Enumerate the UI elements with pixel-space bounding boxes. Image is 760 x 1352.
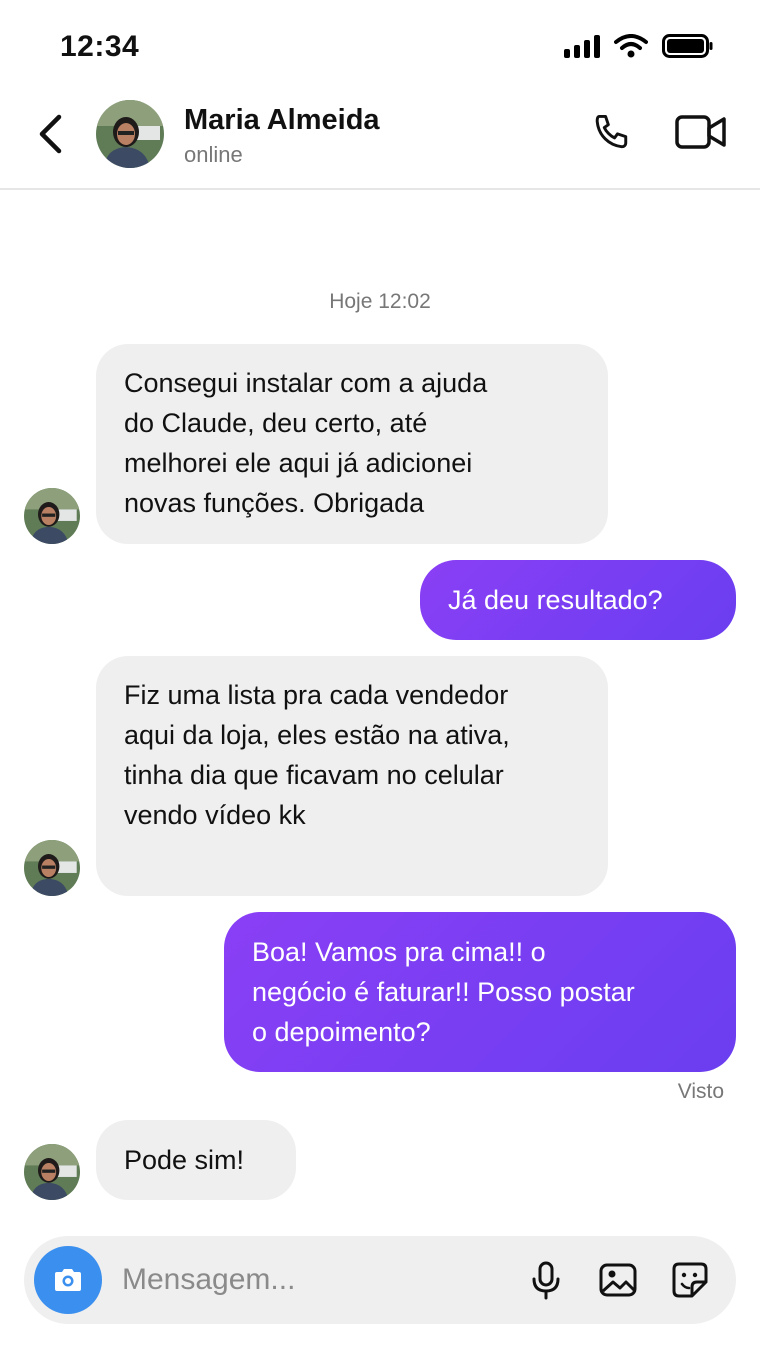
camera-button[interactable] <box>34 1246 102 1314</box>
message-line: tinha dia que ficavam no celular <box>124 760 504 790</box>
message-line: vendo vídeo kk <box>124 800 306 830</box>
outgoing-message[interactable]: Já deu resultado? <box>420 560 736 640</box>
message-line: do Claude, deu certo, até <box>124 408 428 438</box>
gallery-button[interactable] <box>598 1260 638 1300</box>
sender-avatar <box>24 1144 80 1200</box>
video-icon <box>675 115 726 149</box>
signal-icon <box>564 34 600 58</box>
phone-screen: 12:34 Maria Almeida online Hoje 12:02 Co… <box>0 0 760 1352</box>
sender-avatar <box>24 488 80 544</box>
message-line: aqui da loja, eles estão na ativa, <box>124 720 510 750</box>
outgoing-message[interactable]: Boa! Vamos pra cima!! o negócio é fatura… <box>224 912 736 1072</box>
message-line: Boa! Vamos pra cima!! o <box>252 937 546 967</box>
message-composer <box>24 1236 736 1324</box>
contact-status: online <box>184 142 243 167</box>
message-line: Já deu resultado? <box>448 585 663 615</box>
message-input[interactable] <box>122 1250 502 1310</box>
status-time: 12:34 <box>60 30 140 63</box>
sticker-button[interactable] <box>670 1260 710 1300</box>
sender-avatar <box>24 840 80 896</box>
seen-indicator: Visto <box>677 1080 724 1103</box>
message-line: novas funções. Obrigada <box>124 488 425 518</box>
status-icons <box>564 34 714 58</box>
microphone-button[interactable] <box>526 1260 566 1300</box>
status-bar: 12:34 <box>0 0 760 96</box>
video-call-button[interactable] <box>674 112 728 152</box>
incoming-message[interactable]: Fiz uma lista pra cada vendedor aqui da … <box>96 656 608 896</box>
voice-call-button[interactable] <box>590 110 634 154</box>
battery-icon <box>662 34 713 58</box>
date-separator: Hoje 12:02 <box>329 290 431 313</box>
chat-header: Maria Almeida online <box>0 88 760 190</box>
camera-icon <box>55 1269 81 1291</box>
message-line: Consegui instalar com a ajuda <box>124 368 488 398</box>
message-line: negócio é faturar!! Posso postar <box>252 977 635 1007</box>
message-line: melhorei ele aqui já adicionei <box>124 448 473 478</box>
contact-name: Maria Almeida <box>184 104 380 136</box>
microphone-icon <box>532 1261 560 1300</box>
message-line: Pode sim! <box>124 1145 245 1175</box>
sticker-icon <box>672 1262 708 1298</box>
message-line: Fiz uma lista pra cada vendedor <box>124 680 509 710</box>
image-icon <box>599 1263 637 1297</box>
phone-icon <box>595 114 628 149</box>
back-icon <box>39 114 62 154</box>
incoming-message[interactable]: Pode sim! <box>96 1120 296 1200</box>
message-line: o depoimento? <box>252 1017 431 1047</box>
wifi-icon <box>614 34 648 58</box>
chat-messages[interactable]: Hoje 12:02 Consegui instalar com a ajuda… <box>0 190 760 1230</box>
incoming-message[interactable]: Consegui instalar com a ajuda do Claude,… <box>96 344 608 544</box>
back-button[interactable] <box>30 114 70 154</box>
contact-avatar[interactable] <box>96 100 164 168</box>
